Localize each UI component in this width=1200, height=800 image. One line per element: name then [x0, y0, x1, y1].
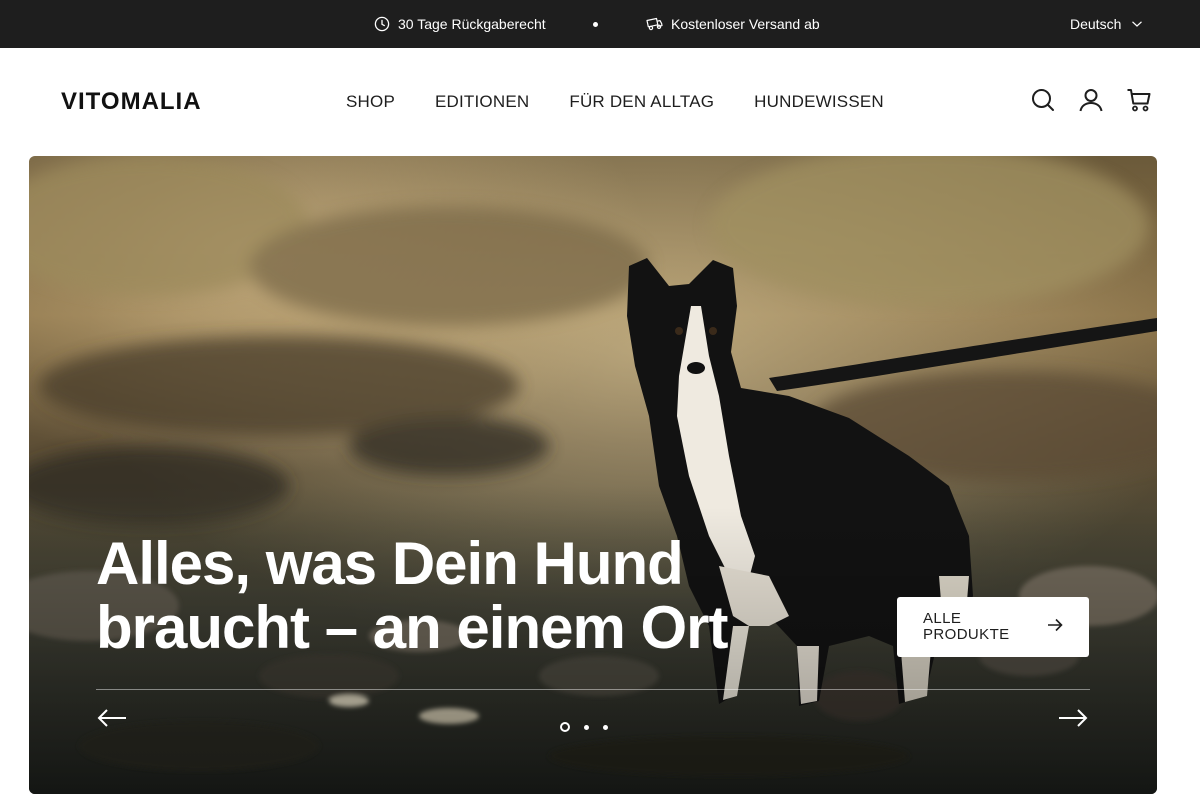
nav-item-fuer-den-alltag[interactable]: FÜR DEN ALLTAG — [569, 92, 714, 112]
truck-icon — [646, 16, 663, 32]
clock-icon — [374, 16, 390, 32]
hero-title: Alles, was Dein Hund braucht – an einem … — [96, 530, 729, 661]
nav-item-editionen[interactable]: EDITIONEN — [435, 92, 529, 112]
logo[interactable]: VITOMALIA — [61, 88, 202, 116]
slide-pagination — [560, 722, 608, 732]
arrow-left-icon — [96, 709, 128, 734]
arrow-right-icon — [1057, 709, 1089, 734]
chevron-down-icon — [1131, 20, 1143, 28]
all-products-button-label: ALLE PRODUKTE — [923, 610, 1010, 643]
hero-slideshow: Alles, was Dein Hund braucht – an einem … — [29, 156, 1157, 794]
nav-item-shop[interactable]: SHOP — [346, 92, 395, 112]
language-label: Deutsch — [1070, 16, 1122, 32]
cart-icon[interactable] — [1125, 86, 1153, 114]
announcement-return-policy: 30 Tage Rückgaberecht — [374, 0, 546, 48]
slide-dot-2[interactable] — [584, 724, 589, 730]
slide-dot-1[interactable] — [560, 722, 570, 732]
slide-prev-button[interactable] — [96, 706, 128, 730]
main-nav: SHOP EDITIONEN FÜR DEN ALLTAG HUNDEWISSE… — [346, 48, 884, 156]
announcement-separator — [593, 22, 598, 27]
announcement-shipping: Kostenloser Versand ab — [646, 0, 820, 48]
announcement-text: 30 Tage Rückgaberecht — [398, 16, 546, 32]
hero-image-dog-in-river — [29, 156, 1157, 794]
announcement-text: Kostenloser Versand ab — [671, 16, 820, 32]
account-icon[interactable] — [1077, 86, 1105, 114]
site-header: VITOMALIA SHOP EDITIONEN FÜR DEN ALLTAG … — [0, 48, 1200, 156]
announcement-bar: 30 Tage Rückgaberecht Kostenloser Versan… — [0, 0, 1200, 48]
search-icon[interactable] — [1029, 86, 1057, 114]
nav-item-hundewissen[interactable]: HUNDEWISSEN — [754, 92, 884, 112]
slide-next-button[interactable] — [1057, 706, 1089, 730]
language-selector[interactable]: Deutsch — [1070, 0, 1143, 48]
slide-dot-3[interactable] — [603, 724, 608, 730]
hero-divider — [96, 689, 1090, 690]
all-products-button[interactable]: ALLE PRODUKTE — [897, 597, 1089, 657]
arrow-right-icon — [1047, 618, 1063, 637]
header-actions — [1029, 86, 1153, 114]
